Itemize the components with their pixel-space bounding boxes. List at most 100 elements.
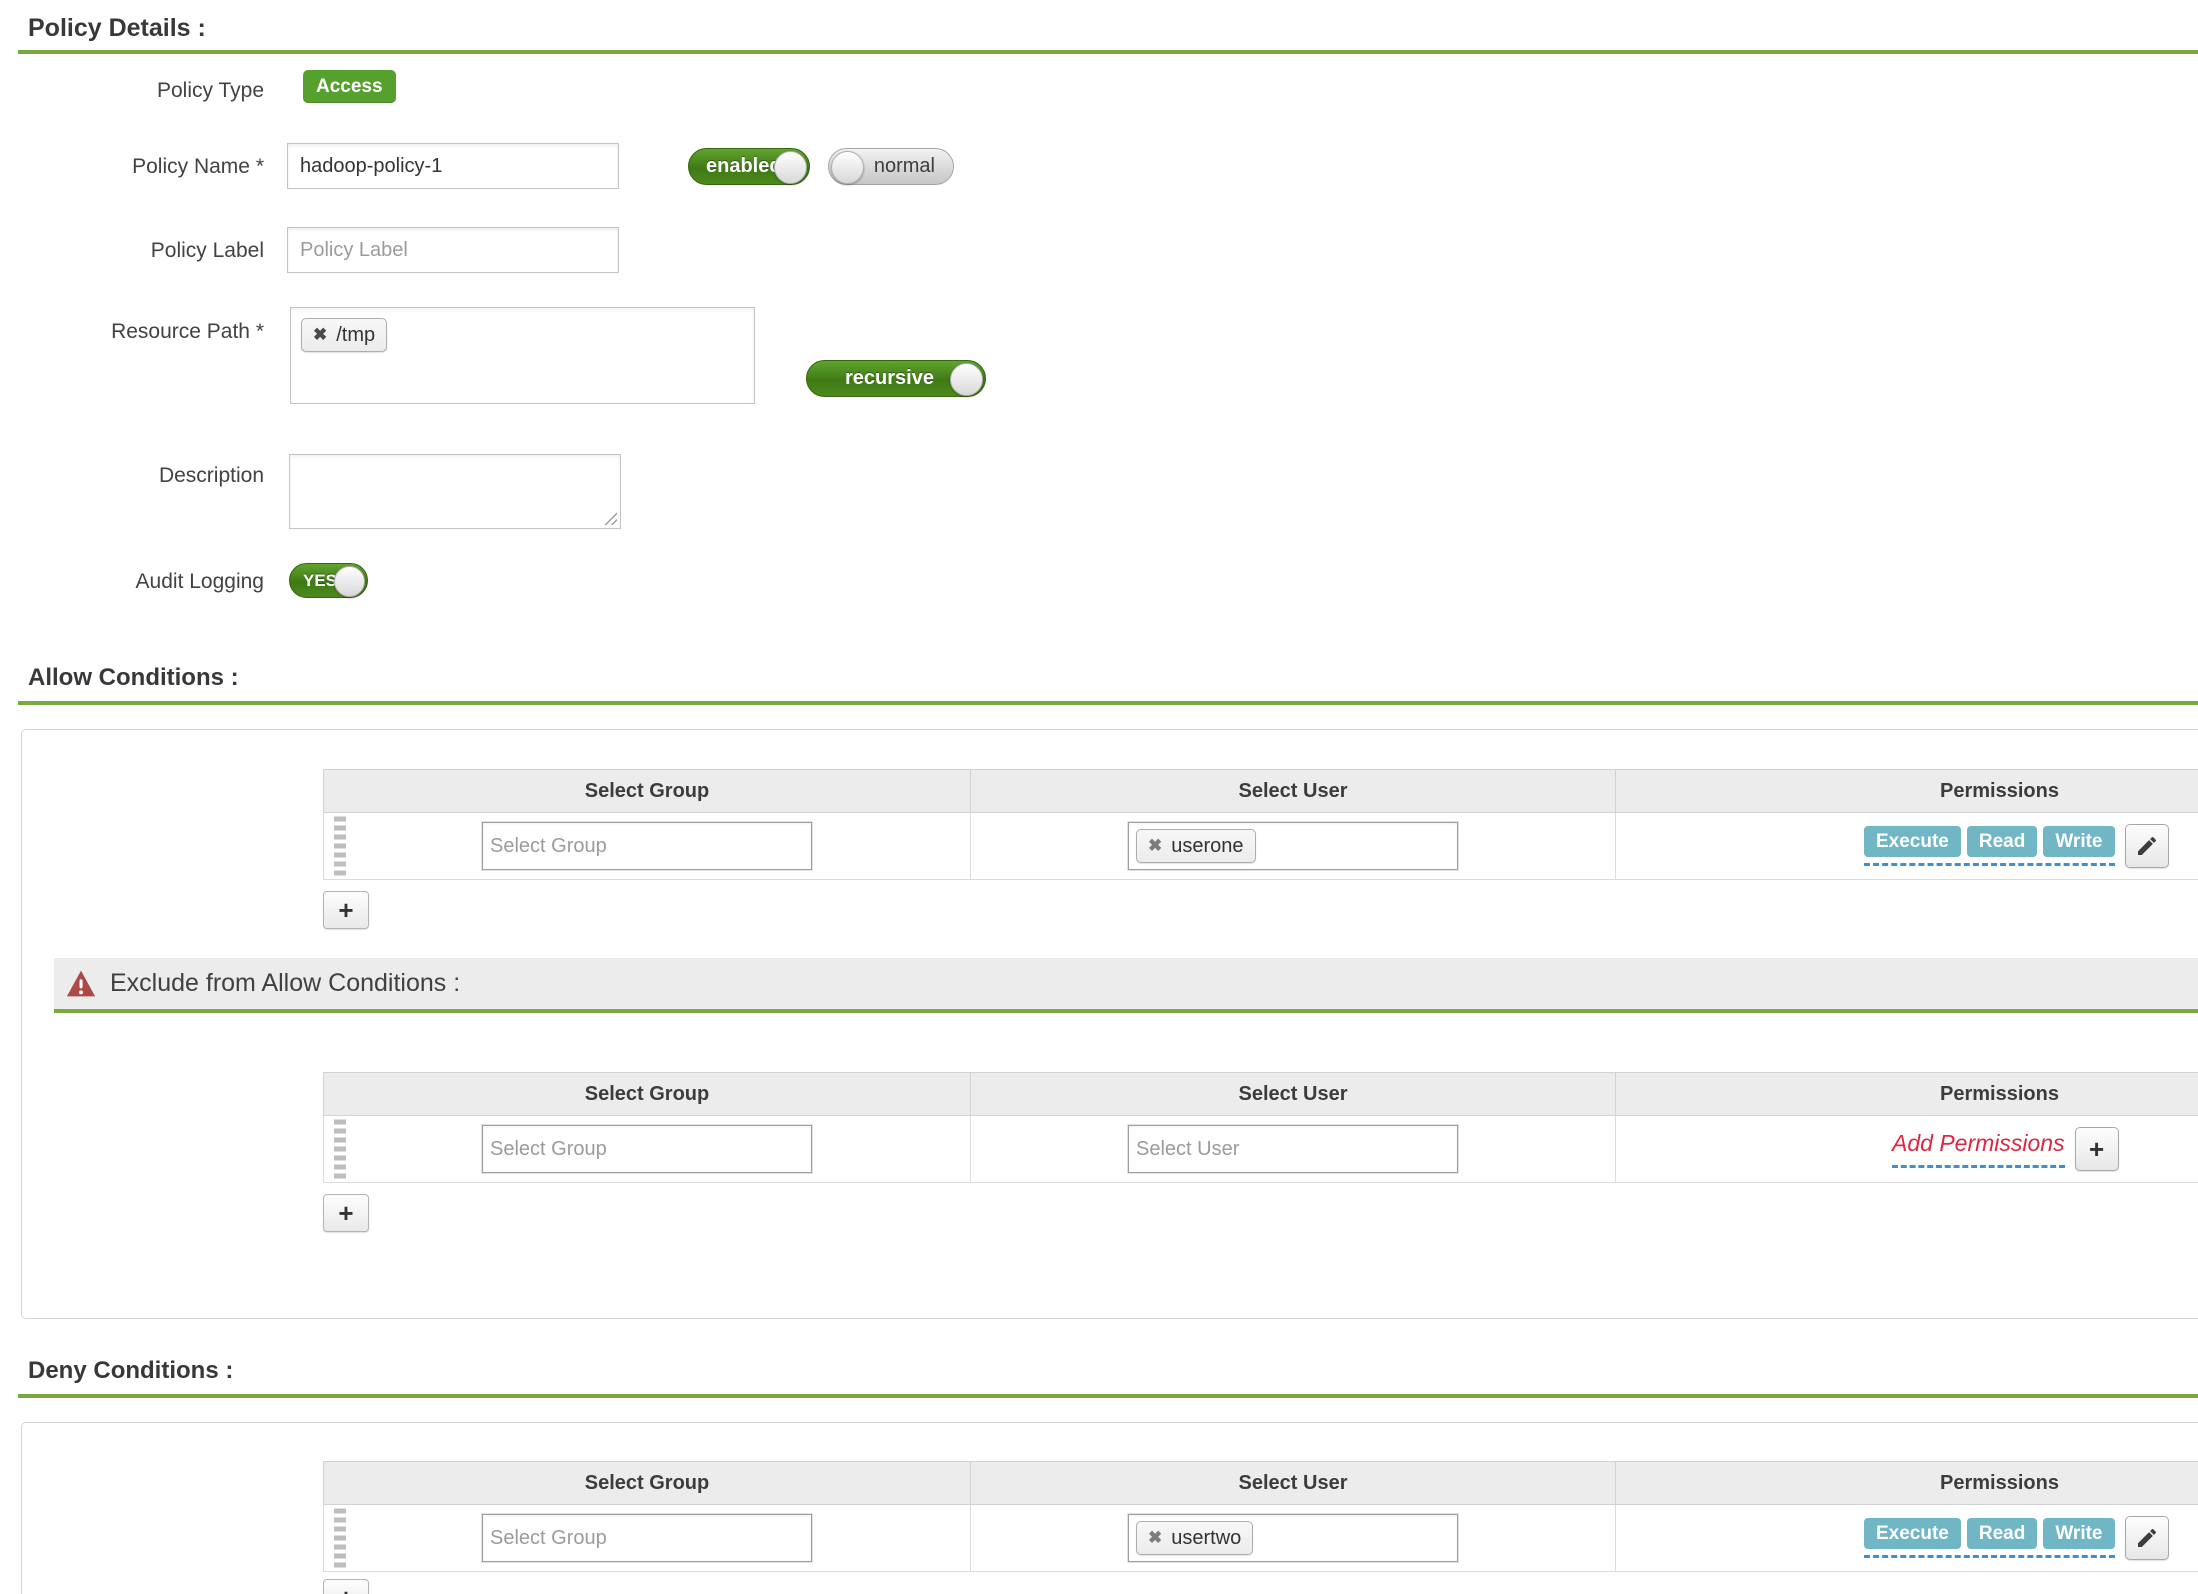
remove-tag-icon[interactable]: ✖: [1148, 836, 1162, 856]
add-permissions-button[interactable]: +: [2075, 1127, 2119, 1171]
resource-path-input[interactable]: ✖ /tmp: [290, 307, 755, 404]
policy-status-toggle-label: enabled: [689, 155, 782, 178]
audit-logging-toggle[interactable]: YES: [289, 563, 368, 598]
select-user-placeholder: Select User: [1136, 1138, 1239, 1161]
policy-label-input[interactable]: Policy Label: [287, 227, 619, 273]
pencil-icon: [2135, 834, 2159, 858]
recursive-toggle-label: recursive: [807, 367, 934, 390]
deny-conditions-title: Deny Conditions :: [28, 1357, 233, 1385]
description-textarea[interactable]: [289, 454, 621, 529]
table-row: Select Group Select User Add Permissions: [324, 1116, 2198, 1183]
permission-badges: Execute Read Write: [1864, 1518, 2115, 1558]
table-header-row: Select Group Select User Permissions: [324, 770, 2198, 813]
permission-badge: Execute: [1864, 1518, 1961, 1549]
resource-path-tag-text: /tmp: [336, 323, 375, 347]
permissions-header: Permissions: [1616, 1073, 2198, 1116]
select-group-cell: Select Group: [324, 1116, 971, 1183]
select-group-input[interactable]: Select Group: [482, 822, 812, 870]
permissions-cell: Add Permissions +: [1616, 1116, 2198, 1183]
select-group-header: Select Group: [324, 1462, 971, 1505]
toggle-knob: [334, 566, 365, 597]
select-group-placeholder: Select Group: [490, 1527, 607, 1550]
policy-type-badge: Access: [303, 70, 396, 103]
policy-details-divider: [18, 50, 2198, 54]
drag-handle[interactable]: [334, 817, 346, 876]
permission-badge: Read: [1967, 1518, 2037, 1549]
resource-path-label: Resource Path *: [28, 320, 264, 344]
user-tag-text: usertwo: [1171, 1526, 1241, 1550]
resource-path-tag[interactable]: ✖ /tmp: [301, 318, 387, 352]
permission-badge: Execute: [1864, 826, 1961, 857]
plus-icon: +: [338, 897, 353, 923]
select-user-input[interactable]: Select User: [1128, 1125, 1458, 1173]
user-tag-text: userone: [1171, 834, 1243, 858]
select-group-cell: Select Group: [324, 1505, 971, 1572]
exclude-allow-header: Exclude from Allow Conditions :: [54, 958, 2198, 1009]
deny-conditions-table: Select Group Select User Permissions Sel…: [323, 1461, 2198, 1572]
select-user-header: Select User: [971, 770, 1616, 813]
policy-details-title: Policy Details :: [28, 14, 206, 43]
permission-badges: Execute Read Write: [1864, 826, 2115, 866]
policy-priority-toggle[interactable]: normal: [828, 148, 954, 185]
permissions-cell: Execute Read Write: [1616, 1505, 2198, 1572]
deny-conditions-divider: [18, 1394, 2198, 1398]
select-user-cell: Select User: [971, 1116, 1616, 1183]
drag-handle[interactable]: [334, 1509, 346, 1568]
remove-tag-icon[interactable]: ✖: [313, 325, 327, 345]
user-tag[interactable]: ✖ usertwo: [1136, 1521, 1253, 1555]
select-group-input[interactable]: Select Group: [482, 1514, 812, 1562]
add-deny-row-button[interactable]: +: [323, 1579, 369, 1594]
edit-permissions-button[interactable]: [2125, 824, 2169, 868]
table-header-row: Select Group Select User Permissions: [324, 1073, 2198, 1116]
select-group-placeholder: Select Group: [490, 835, 607, 858]
audit-logging-label: Audit Logging: [28, 570, 264, 594]
policy-label-label: Policy Label: [28, 239, 264, 263]
select-group-header: Select Group: [324, 1073, 971, 1116]
allow-conditions-title: Allow Conditions :: [28, 664, 239, 692]
permission-badge: Write: [2043, 1518, 2114, 1549]
permissions-cell: Execute Read Write: [1616, 813, 2198, 880]
policy-edit-page: Policy Details : Policy Type Access Poli…: [0, 0, 2198, 1594]
policy-status-toggle[interactable]: enabled: [688, 148, 810, 185]
table-row: Select Group ✖ userone: [324, 813, 2198, 880]
add-allow-row-button[interactable]: +: [323, 891, 369, 929]
select-user-input[interactable]: ✖ userone: [1128, 822, 1458, 870]
select-user-cell: ✖ usertwo: [971, 1505, 1616, 1572]
warning-icon: [66, 970, 96, 997]
add-exclude-allow-row-button[interactable]: +: [323, 1194, 369, 1232]
audit-logging-toggle-label: YES: [290, 571, 337, 591]
toggle-knob: [774, 151, 807, 184]
deny-conditions-panel: Select Group Select User Permissions Sel…: [21, 1422, 2198, 1594]
plus-icon: +: [2089, 1136, 2104, 1162]
select-group-cell: Select Group: [324, 813, 971, 880]
recursive-toggle[interactable]: recursive: [806, 360, 986, 397]
add-permissions-link[interactable]: Add Permissions: [1892, 1130, 2065, 1168]
permission-badge: Read: [1967, 826, 2037, 857]
permissions-header: Permissions: [1616, 1462, 2198, 1505]
exclude-allow-divider: [54, 1009, 2198, 1013]
exclude-allow-title: Exclude from Allow Conditions :: [110, 969, 460, 998]
permissions-header: Permissions: [1616, 770, 2198, 813]
plus-icon: +: [338, 1585, 353, 1594]
table-header-row: Select Group Select User Permissions: [324, 1462, 2198, 1505]
description-label: Description: [28, 464, 264, 488]
select-group-header: Select Group: [324, 770, 971, 813]
allow-conditions-table: Select Group Select User Permissions Sel…: [323, 769, 2198, 880]
select-user-input[interactable]: ✖ usertwo: [1128, 1514, 1458, 1562]
edit-permissions-button[interactable]: [2125, 1516, 2169, 1560]
policy-type-label: Policy Type: [28, 79, 264, 103]
allow-conditions-panel: Select Group Select User Permissions Sel…: [21, 729, 2198, 1319]
allow-conditions-divider: [18, 701, 2198, 705]
policy-label-placeholder: Policy Label: [300, 239, 408, 262]
toggle-knob: [831, 151, 864, 184]
drag-handle[interactable]: [334, 1120, 346, 1179]
resize-grip[interactable]: [603, 511, 617, 525]
plus-icon: +: [338, 1200, 353, 1226]
permission-badge: Write: [2043, 826, 2114, 857]
remove-tag-icon[interactable]: ✖: [1148, 1528, 1162, 1548]
policy-name-input[interactable]: hadoop-policy-1: [287, 143, 619, 189]
select-group-placeholder: Select Group: [490, 1138, 607, 1161]
user-tag[interactable]: ✖ userone: [1136, 829, 1256, 863]
select-group-input[interactable]: Select Group: [482, 1125, 812, 1173]
policy-name-label: Policy Name *: [28, 155, 264, 179]
